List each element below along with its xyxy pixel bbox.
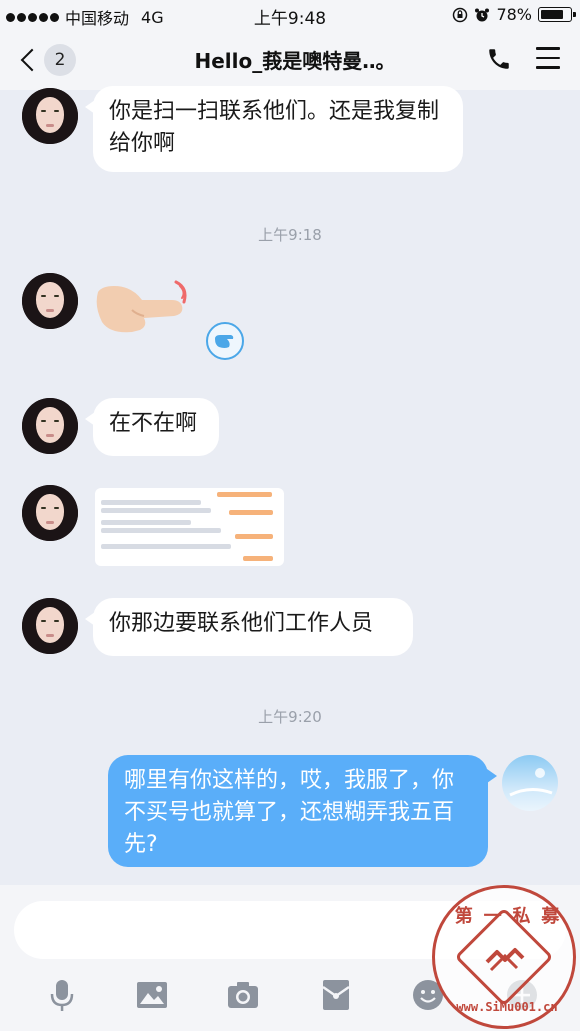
- pointing-hand-sticker[interactable]: [92, 266, 194, 336]
- my-avatar[interactable]: [502, 755, 558, 811]
- contact-avatar[interactable]: [22, 273, 78, 329]
- watermark-seal: 第 一 私 募 www.SiMu001.cn: [432, 885, 576, 1029]
- message-bubble-incoming[interactable]: 你那边要联系他们工作人员: [85, 598, 413, 656]
- camera-icon[interactable]: [225, 977, 261, 1013]
- sticker-badge-icon[interactable]: [205, 321, 245, 361]
- message-timestamp: 上午9:18: [258, 226, 322, 244]
- alarm-icon: [475, 8, 490, 21]
- battery-percent: 78%: [496, 5, 532, 24]
- unread-count-badge: 2: [44, 44, 76, 76]
- image-icon[interactable]: [134, 977, 170, 1013]
- contact-avatar[interactable]: [22, 598, 78, 654]
- orientation-lock-icon: [453, 7, 468, 22]
- message-bubble-outgoing[interactable]: 哪里有你这样的，哎，我服了，你不买号也就算了，还想糊弄我五百先?: [108, 755, 497, 867]
- microphone-icon[interactable]: [44, 977, 80, 1013]
- image-message-thumbnail[interactable]: [95, 488, 284, 566]
- status-right: 78%: [452, 5, 576, 24]
- contact-avatar[interactable]: [22, 398, 78, 454]
- nav-bar: 2 Hello_莪是噢特曼‥。: [0, 30, 580, 90]
- watermark-top-text: 第 一 私 募: [454, 906, 560, 927]
- watermark-bottom-text: www.SiMu001.cn: [456, 1000, 558, 1014]
- message-timestamp: 上午9:20: [258, 708, 322, 726]
- menu-icon[interactable]: [536, 47, 560, 76]
- phone-icon[interactable]: [486, 46, 512, 72]
- status-bar: 中国移动 4G 上午9:48 78%: [0, 0, 580, 30]
- sky-avatar-icon: [509, 768, 553, 797]
- battery-icon: [538, 7, 576, 22]
- seal-logo-icon: [485, 948, 525, 972]
- contact-avatar[interactable]: [22, 485, 78, 541]
- chat-title: Hello_莪是噢特曼‥。: [194, 49, 396, 73]
- chevron-left-icon: [20, 48, 44, 72]
- red-packet-icon[interactable]: [318, 977, 354, 1013]
- contact-avatar[interactable]: [22, 88, 78, 144]
- message-bubble-incoming[interactable]: 在不在啊: [85, 398, 219, 456]
- back-button[interactable]: 2: [18, 44, 76, 76]
- message-bubble-incoming[interactable]: 你是扫一扫联系他们。还是我复制给你啊: [85, 86, 463, 172]
